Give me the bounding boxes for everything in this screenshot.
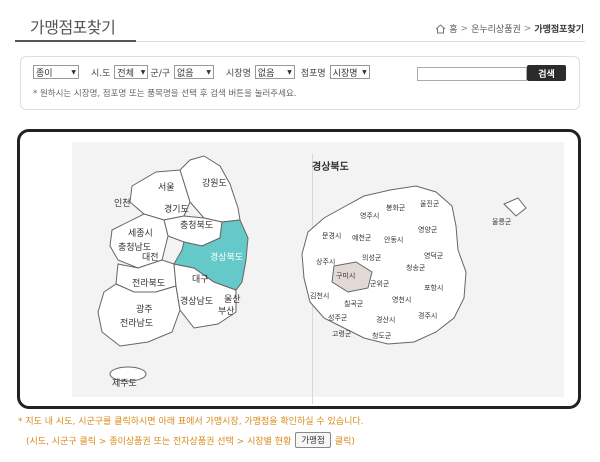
map-svg: 서울 강원도 인천 경기도 충청북도 세종시 충청남도 대전 경상북도 대구 전…: [97, 155, 527, 388]
map-region-jeonnam[interactable]: [97, 283, 181, 347]
map-instruction-steps: (시도, 시군구 클릭 > 종이상품권 또는 전자상품권 선택 > 시장별 현황…: [26, 432, 355, 448]
svg-text:전라북도: 전라북도: [132, 278, 165, 288]
search-hint: * 원하시는 시장명, 점포명 또는 품목명을 선택 후 검색 버튼을 눌러주세…: [33, 89, 297, 99]
svg-text:경상북도: 경상북도: [210, 251, 243, 262]
svg-text:상주시: 상주시: [316, 257, 335, 266]
svg-text:고령군: 고령군: [332, 330, 352, 338]
svg-text:울진군: 울진군: [420, 199, 440, 208]
market-select[interactable]: 없음 ▼: [254, 65, 295, 79]
search-input[interactable]: [417, 67, 527, 81]
svg-text:칠곡군: 칠곡군: [344, 299, 364, 308]
note-suffix: 클릭): [334, 436, 355, 447]
svg-text:안동시: 안동시: [384, 235, 403, 244]
gb-region-ulleung[interactable]: [503, 197, 527, 217]
home-icon[interactable]: [435, 23, 446, 34]
svg-text:영주시: 영주시: [360, 211, 379, 220]
title-divider: [136, 41, 585, 42]
voucher-type-select[interactable]: 종이 ▼: [33, 65, 79, 79]
chevron-down-icon: ▼: [206, 68, 212, 76]
sido-label: 시.도: [91, 68, 111, 79]
svg-text:경산시: 경산시: [376, 315, 395, 324]
svg-text:전라남도: 전라남도: [120, 318, 153, 328]
svg-text:영덕군: 영덕군: [424, 251, 444, 260]
svg-text:봉화군: 봉화군: [386, 204, 406, 212]
search-panel: 종이 ▼ 시.도 전체 ▼ 군/구 없음 ▼ 시장명 없음 ▼ 점포명 시장명 ▼ 검색 …: [20, 56, 580, 110]
map-instruction: * 지도 내 시도, 시군구를 클릭하시면 아래 표에서 가맹시장, 가맹점을 …: [18, 417, 364, 427]
sido-select[interactable]: 전체 ▼: [114, 65, 149, 79]
breadcrumb-separator: >: [460, 23, 469, 34]
svg-text:영양군: 영양군: [418, 225, 438, 234]
chevron-down-icon: ▼: [71, 68, 76, 76]
search-button[interactable]: 검색: [527, 65, 566, 81]
svg-text:광주: 광주: [136, 303, 153, 314]
svg-text:강원도: 강원도: [202, 178, 227, 188]
gungu-select[interactable]: 없음 ▼: [174, 65, 215, 79]
search-row: 종이 ▼ 시.도 전체 ▼ 군/구 없음 ▼ 시장명 없음 ▼ 점포명 시장명 ▼: [33, 65, 370, 79]
gungu-label: 군/구: [150, 68, 171, 79]
svg-text:김천시: 김천시: [310, 291, 329, 300]
svg-text:대전: 대전: [142, 252, 159, 262]
svg-text:구미시: 구미시: [336, 271, 355, 280]
svg-text:의성군: 의성군: [362, 253, 382, 262]
store-select[interactable]: 시장명 ▼: [329, 65, 370, 79]
svg-text:세종시: 세종시: [128, 228, 153, 238]
page-title: 가맹점포찾기: [30, 18, 116, 37]
svg-text:부산: 부산: [218, 306, 235, 316]
svg-text:예천군: 예천군: [352, 233, 372, 242]
map-frame: 서울 강원도 인천 경기도 충청북도 세종시 충청남도 대전 경상북도 대구 전…: [17, 129, 581, 409]
svg-text:청도군: 청도군: [372, 332, 392, 340]
chevron-down-icon: ▼: [362, 68, 367, 76]
title-underline: [15, 40, 136, 42]
svg-text:군위군: 군위군: [370, 280, 390, 288]
svg-text:울산: 울산: [224, 294, 241, 304]
svg-text:경주시: 경주시: [418, 311, 437, 320]
store-button-reference: 가맹점: [295, 432, 331, 448]
store-label: 점포명: [300, 68, 326, 79]
map-area: 서울 강원도 인천 경기도 충청북도 세종시 충청남도 대전 경상북도 대구 전…: [72, 142, 564, 404]
map-region-chungnam[interactable]: [109, 213, 169, 269]
chevron-down-icon: ▼: [287, 68, 292, 76]
note-prefix: (시도, 시군구 클릭 > 종이상품권 또는 전자상품권 선택 > 시장별 현황: [26, 436, 292, 447]
svg-text:충청남도: 충청남도: [118, 242, 151, 252]
svg-text:영천시: 영천시: [392, 295, 411, 304]
svg-text:성주군: 성주군: [328, 313, 348, 322]
svg-text:인천: 인천: [114, 198, 131, 208]
svg-text:경기도: 경기도: [164, 203, 189, 214]
svg-text:포항시: 포항시: [424, 283, 443, 292]
svg-text:서울: 서울: [158, 182, 175, 192]
svg-text:제주도: 제주도: [112, 378, 137, 388]
svg-text:대구: 대구: [192, 274, 209, 284]
chevron-down-icon: ▼: [140, 68, 146, 76]
market-label: 시장명: [226, 68, 251, 79]
breadcrumb-onnuri[interactable]: 온누리상품권: [471, 22, 521, 35]
svg-text:충청북도: 충청북도: [180, 220, 213, 230]
province-title: 경상북도: [312, 160, 349, 173]
map-frame-green-bottom: [260, 406, 580, 409]
breadcrumb: 홈 > 온누리상품권 > 가맹점포찾기: [435, 22, 584, 35]
breadcrumb-home[interactable]: 홈: [449, 22, 457, 35]
map-region-gangwon[interactable]: [179, 155, 241, 223]
breadcrumb-current: 가맹점포찾기: [534, 25, 584, 35]
svg-text:경상남도: 경상남도: [180, 295, 213, 306]
breadcrumb-separator: >: [523, 23, 532, 34]
svg-text:문경시: 문경시: [322, 231, 341, 240]
svg-text:울릉군: 울릉군: [492, 218, 512, 226]
svg-text:청송군: 청송군: [406, 264, 426, 272]
